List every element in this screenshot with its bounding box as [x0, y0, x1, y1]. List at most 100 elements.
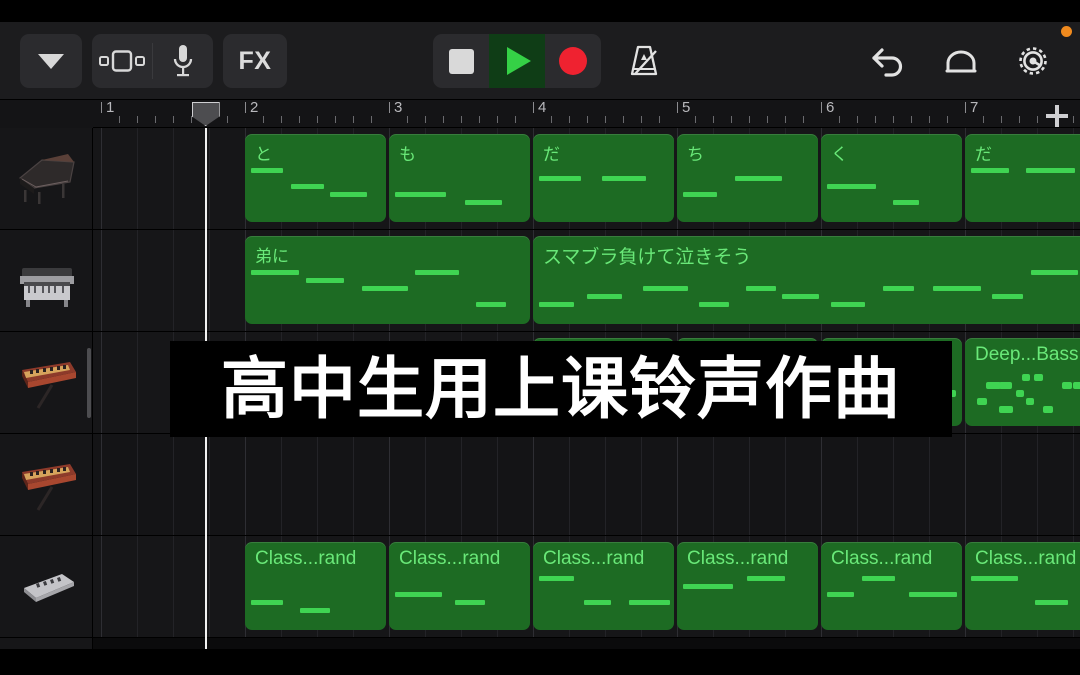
ruler-tick [461, 116, 462, 123]
stop-button[interactable] [433, 34, 489, 88]
ruler-bar-line [245, 102, 246, 113]
midi-note [300, 608, 330, 613]
settings-button[interactable] [1004, 34, 1062, 88]
region[interactable]: だ [533, 134, 674, 222]
grid-line [173, 230, 174, 331]
midi-note [883, 286, 914, 291]
midi-note [1016, 390, 1024, 397]
grid-line [1037, 434, 1038, 535]
track-headers [0, 128, 93, 649]
region[interactable]: Deep...Bass [965, 338, 1080, 426]
region[interactable]: Class...rand [245, 542, 386, 630]
track-synth-bass[interactable] [0, 332, 93, 434]
grid-line [353, 434, 354, 535]
synth-keyboard-red-icon [21, 361, 76, 409]
grid-line [101, 536, 102, 637]
ruler-tick [407, 116, 408, 123]
region[interactable]: Class...rand [677, 542, 818, 630]
grid-line [965, 434, 966, 535]
lane-track-synth-lead[interactable] [93, 434, 1080, 536]
add-track-button[interactable] [1044, 103, 1070, 129]
grid-line [101, 434, 102, 535]
midi-note [251, 600, 283, 605]
cycle-button[interactable] [932, 34, 990, 88]
midi-note [455, 600, 485, 605]
track-upright-piano[interactable] [0, 230, 93, 332]
region[interactable]: く [821, 134, 962, 222]
grid-line [101, 230, 102, 331]
letterbox-top [0, 0, 1080, 22]
ruler-bar-line [101, 102, 102, 113]
overlay-caption: 高中生用上课铃声作曲 [170, 341, 952, 437]
midi-note [699, 302, 729, 307]
region[interactable]: Class...rand [389, 542, 530, 630]
midi-note [291, 184, 324, 189]
metronome-button[interactable] [615, 34, 673, 88]
track-grand-piano[interactable] [0, 128, 93, 230]
grid-line [209, 230, 210, 331]
region-label: も [399, 145, 416, 164]
region[interactable]: も [389, 134, 530, 222]
region[interactable]: 弟に [245, 236, 530, 324]
loops-browser-button[interactable] [92, 34, 152, 88]
region[interactable]: Class...rand [965, 542, 1080, 630]
mic-input-button[interactable] [153, 34, 213, 88]
region[interactable]: と [245, 134, 386, 222]
loop-browser-icon [99, 50, 145, 72]
region[interactable]: スマブラ負けて泣きそう [533, 236, 1080, 324]
midi-note [1062, 382, 1072, 389]
midi-note [539, 576, 574, 581]
midi-note [971, 168, 1009, 173]
fx-button[interactable]: FX [223, 34, 287, 88]
ruler-tick [1019, 116, 1020, 123]
undo-button[interactable] [860, 34, 918, 88]
ruler-tick [713, 116, 714, 123]
play-icon [507, 47, 531, 75]
ruler-tick [425, 116, 426, 123]
midi-note [1034, 374, 1043, 381]
grid-line [137, 332, 138, 433]
ruler-tick [569, 116, 570, 123]
garageband-window: FX 1 2 3 4 5 6 7 と も だ ち く だ 弟に スマブラ負けて泣… [0, 0, 1080, 675]
lane-track-upright-piano[interactable]: 弟に スマブラ負けて泣きそう [93, 230, 1080, 332]
play-button[interactable] [489, 34, 545, 88]
ruler-tick [911, 116, 912, 123]
region-label: 弟に [255, 247, 289, 266]
lane-track-grand-piano[interactable]: ともだちくだ [93, 128, 1080, 230]
lane-track-keyboard-controller[interactable]: Class...rand Class...rand Class...rand Clas… [93, 536, 1080, 638]
ruler-tick [875, 116, 876, 123]
grid-line [929, 434, 930, 535]
grid-line [1001, 434, 1002, 535]
grid-line [137, 536, 138, 637]
record-button[interactable] [545, 34, 601, 88]
region-label: Class...rand [399, 548, 501, 569]
region[interactable]: ち [677, 134, 818, 222]
region[interactable]: Class...rand [821, 542, 962, 630]
track-synth-lead[interactable] [0, 434, 93, 536]
ruler-tick [173, 116, 174, 123]
grid-line [1073, 434, 1074, 535]
grid-line [533, 434, 534, 535]
region[interactable]: だ [965, 134, 1080, 222]
ruler-bar-marks[interactable]: 1 2 3 4 5 6 7 [93, 100, 1080, 128]
ruler-tick [371, 116, 372, 123]
upright-piano-icon [19, 267, 74, 307]
midi-note [683, 584, 733, 589]
midi-note [971, 576, 1018, 581]
fx-label: FX [238, 46, 272, 75]
overlay-caption-text: 高中生用上课铃声作曲 [221, 349, 901, 428]
record-icon [559, 47, 587, 75]
midi-note [747, 576, 785, 581]
ruler-bar-line [533, 102, 534, 113]
navigation-menu-button[interactable] [20, 34, 82, 88]
ruler-tick [137, 116, 138, 123]
track-list-scrollbar[interactable] [87, 348, 91, 418]
ruler-tick [551, 116, 552, 123]
cycle-loop-icon [945, 50, 977, 73]
midi-note [306, 278, 344, 283]
track-keyboard-controller[interactable] [0, 536, 93, 638]
timeline-ruler[interactable]: 1 2 3 4 5 6 7 [0, 100, 1080, 128]
region-label: スマブラ負けて泣きそう [543, 247, 752, 268]
ruler-tick [623, 116, 624, 123]
region[interactable]: Class...rand [533, 542, 674, 630]
